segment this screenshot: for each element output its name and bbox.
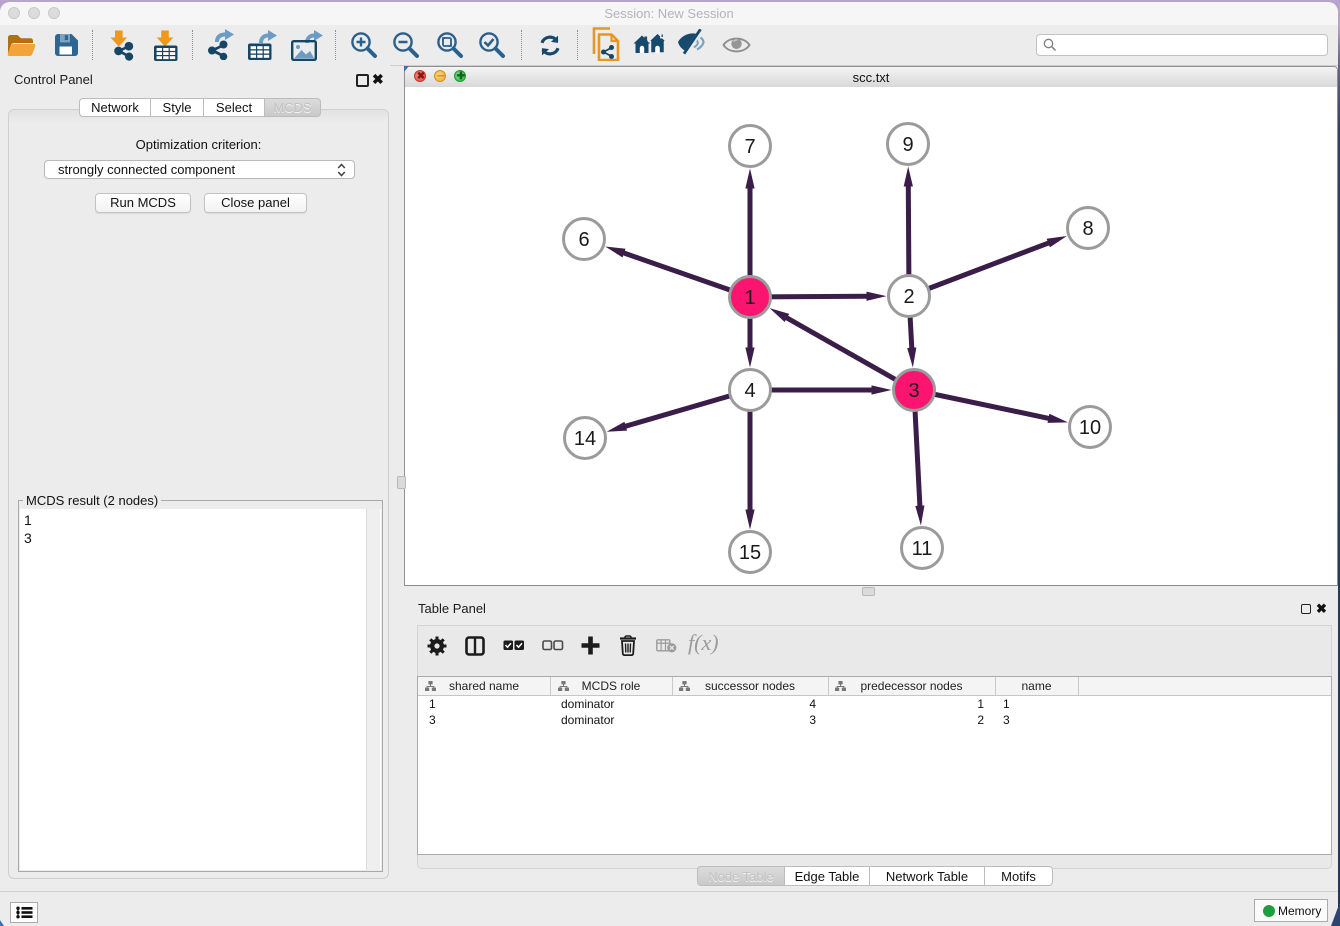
svg-text:7: 7	[744, 136, 755, 158]
svg-text:11: 11	[912, 538, 933, 560]
svg-text:6: 6	[578, 229, 589, 251]
svg-text:4: 4	[744, 380, 755, 402]
svg-text:2: 2	[903, 286, 914, 308]
svg-text:1: 1	[744, 287, 755, 309]
svg-text:14: 14	[574, 428, 596, 450]
svg-text:15: 15	[739, 542, 761, 564]
svg-text:9: 9	[902, 134, 913, 156]
svg-text:10: 10	[1079, 417, 1101, 439]
svg-text:8: 8	[1082, 218, 1093, 240]
svg-text:3: 3	[908, 380, 919, 402]
